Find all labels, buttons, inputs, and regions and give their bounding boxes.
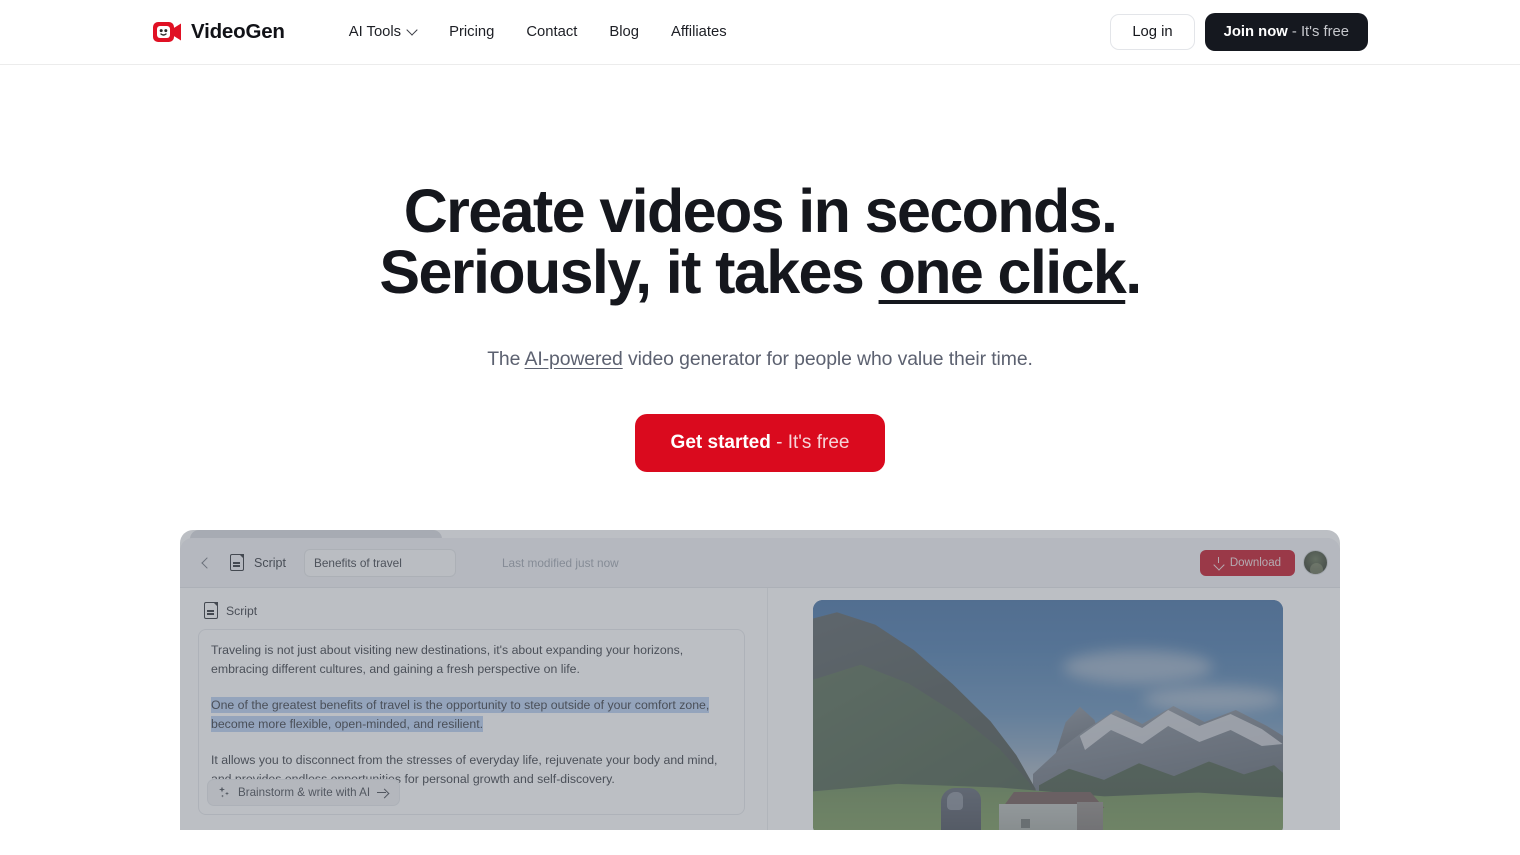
video-camera-face-icon: [152, 21, 182, 43]
script-section-label: Script: [226, 603, 258, 618]
script-textarea[interactable]: Traveling is not just about visiting new…: [198, 629, 745, 815]
navbar-left-group: VideoGen AI Tools Pricing Contact Blog A…: [152, 16, 743, 48]
brainstorm-with-ai-label: Brainstorm & write with AI: [238, 786, 371, 799]
chevron-down-icon: [408, 26, 417, 35]
app-preview-stage: Script Last modified just now Download: [180, 530, 1340, 830]
subtitle-link-ai-powered[interactable]: AI-powered: [525, 348, 623, 370]
video-dim-overlay: [813, 600, 1283, 830]
project-title-input[interactable]: [303, 548, 456, 577]
last-modified-text: Last modified just now: [501, 555, 619, 570]
login-button[interactable]: Log in: [1110, 14, 1195, 50]
subtitle-pre: The: [487, 348, 525, 370]
brainstorm-with-ai-button[interactable]: Brainstorm & write with AI: [207, 779, 401, 806]
app-body: Script Traveling is not just about visit…: [180, 588, 1340, 830]
nav-item-contact-label: Contact: [526, 24, 578, 40]
script-section-header: Script: [198, 602, 745, 619]
app-window: Script Last modified just now Download: [180, 538, 1340, 830]
navbar-actions: Log in Join now - It's free: [1110, 13, 1368, 51]
video-preview-thumbnail[interactable]: [813, 600, 1283, 830]
nav-item-pricing[interactable]: Pricing: [433, 16, 510, 48]
script-paragraph[interactable]: Traveling is not just about visiting new…: [211, 641, 732, 679]
join-now-subtext: - It's free: [1291, 24, 1349, 40]
app-toolbar-actions: Download: [1199, 549, 1328, 576]
nav-item-ai-tools-label: AI Tools: [348, 24, 402, 40]
document-icon: [204, 602, 218, 619]
arrow-right-icon: [377, 788, 388, 797]
headline-emphasis: one click: [878, 238, 1127, 306]
subtitle-post: video generator for people who value the…: [622, 348, 1033, 370]
download-label: Download: [1229, 556, 1281, 569]
navbar-links: AI Tools Pricing Contact Blog Affiliates: [333, 16, 743, 48]
avatar[interactable]: [1303, 550, 1328, 575]
headline-line-2-pre: Seriously, it takes: [379, 238, 879, 306]
top-navbar: VideoGen AI Tools Pricing Contact Blog A…: [0, 0, 1520, 65]
nav-item-pricing-label: Pricing: [449, 24, 495, 40]
nav-item-contact[interactable]: Contact: [510, 16, 593, 48]
app-toolbar-label: Script: [254, 555, 286, 570]
nav-item-affiliates-label: Affiliates: [670, 24, 727, 40]
nav-item-blog[interactable]: Blog: [593, 16, 655, 48]
join-now-label: Join now: [1223, 24, 1288, 40]
hero-cta-wrapper: Get started - It's free: [0, 414, 1520, 472]
app-toolbar: Script Last modified just now Download: [180, 538, 1340, 588]
nav-item-ai-tools[interactable]: AI Tools: [333, 16, 433, 48]
brand-logo[interactable]: VideoGen: [152, 20, 285, 44]
nav-item-blog-label: Blog: [609, 24, 639, 40]
headline-line-1: Create videos in seconds.: [403, 177, 1118, 245]
get-started-subtext: - It's free: [776, 432, 850, 453]
chevron-left-icon[interactable]: [198, 555, 214, 571]
sparkles-icon: [219, 786, 231, 799]
script-editor-panel: Script Traveling is not just about visit…: [180, 588, 768, 830]
script-paragraph-text: One of the greatest benefits of travel i…: [211, 697, 710, 732]
script-paragraph-text: Traveling is not just about visiting new…: [211, 643, 684, 676]
download-button[interactable]: Download: [1199, 549, 1295, 576]
get-started-button[interactable]: Get started - It's free: [634, 414, 886, 472]
get-started-label: Get started: [670, 432, 771, 453]
script-paragraph-selected[interactable]: One of the greatest benefits of travel i…: [211, 696, 732, 734]
download-icon: [1214, 557, 1224, 568]
document-icon: [230, 554, 244, 571]
join-now-button[interactable]: Join now - It's free: [1204, 13, 1368, 51]
headline-line-2-post: .: [1125, 238, 1142, 306]
hero-section: Create videos in seconds. Seriously, it …: [0, 65, 1520, 472]
hero-subtitle: The AI-powered video generator for peopl…: [0, 348, 1520, 371]
brand-name: VideoGen: [191, 20, 285, 43]
nav-item-affiliates[interactable]: Affiliates: [655, 16, 743, 48]
page-title: Create videos in seconds. Seriously, it …: [0, 181, 1520, 303]
video-preview-panel: [768, 588, 1340, 830]
